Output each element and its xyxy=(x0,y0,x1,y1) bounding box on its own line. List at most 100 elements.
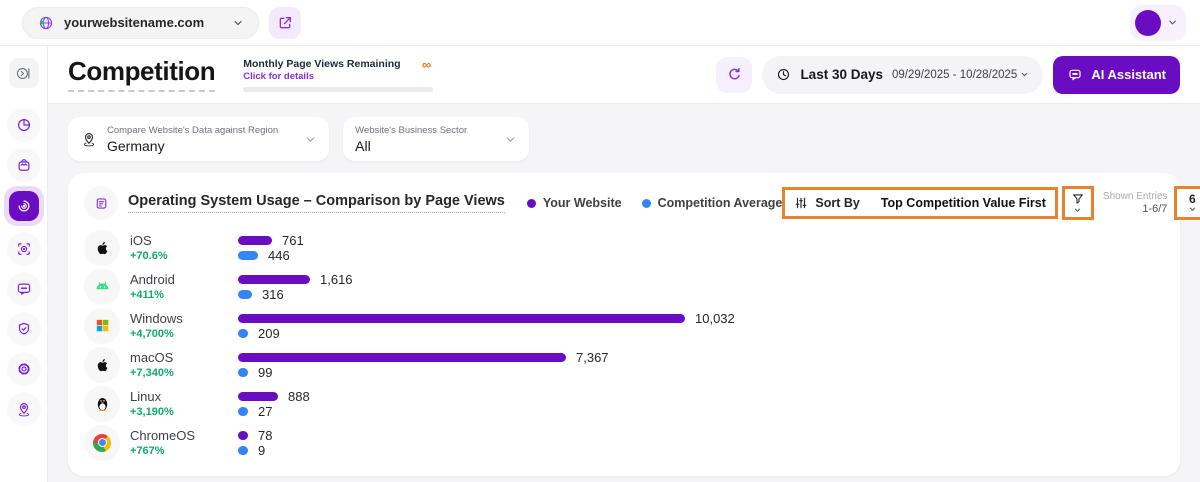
settings-gear-icon xyxy=(15,360,33,378)
refresh-button[interactable] xyxy=(716,57,752,93)
os-usage-card: Operating System Usage – Comparison by P… xyxy=(68,173,1180,476)
competition-average-bar xyxy=(238,368,248,377)
ai-assistant-label: AI Assistant xyxy=(1091,67,1166,82)
os-name: Windows xyxy=(130,311,238,326)
os-delta-badge: +3,190% xyxy=(130,406,238,418)
chevron-down-icon xyxy=(1073,207,1082,214)
open-website-button[interactable] xyxy=(269,7,301,39)
main-content: Competition Monthly Page Views Remaining… xyxy=(48,46,1200,482)
os-name: macOS xyxy=(130,350,238,365)
globe-icon xyxy=(37,14,55,32)
sidebar-collapse-button[interactable] xyxy=(9,58,39,88)
chevron-down-icon xyxy=(1020,70,1029,79)
sort-by-control[interactable]: Sort By Top Competition Value First xyxy=(782,187,1058,219)
os-row: Android +411% 1,616 316 xyxy=(84,267,1164,306)
collapse-icon xyxy=(15,65,32,82)
shown-entries-value: 1-6/7 xyxy=(1103,203,1167,215)
filters-row: Compare Website's Data against Region Ge… xyxy=(48,104,1200,173)
quota-progress-bar xyxy=(243,87,433,92)
os-icon xyxy=(84,386,120,422)
os-row: Windows +4,700% 10,032 209 xyxy=(84,306,1164,345)
your-website-value: 761 xyxy=(282,233,304,248)
os-name: ChromeOS xyxy=(130,428,238,443)
sidebar-item-competition[interactable] xyxy=(4,186,44,226)
os-delta-badge: +767% xyxy=(130,445,238,457)
os-name: Linux xyxy=(130,389,238,404)
your-website-bar xyxy=(238,236,272,245)
legend-label: Your Website xyxy=(543,196,622,210)
os-row: macOS +7,340% 7,367 99 xyxy=(84,345,1164,384)
legend-dot xyxy=(642,199,651,208)
competition-average-value: 209 xyxy=(258,326,280,341)
your-website-value: 888 xyxy=(288,389,310,404)
website-selector[interactable]: yourwebsitename.com xyxy=(22,7,259,39)
sector-filter-label: Website's Business Sector xyxy=(355,125,467,136)
your-website-bar xyxy=(238,431,248,440)
chat-icon xyxy=(1067,67,1083,83)
legend-item-your-website: Your Website xyxy=(527,196,622,210)
website-name: yourwebsitename.com xyxy=(64,15,204,30)
sector-filter-value: All xyxy=(355,138,467,154)
your-website-value: 10,032 xyxy=(695,311,735,326)
region-filter-value: Germany xyxy=(107,138,278,154)
os-row: ChromeOS +767% 78 9 xyxy=(84,423,1164,462)
quota-details-link[interactable]: Click for details xyxy=(243,71,314,82)
apple-icon xyxy=(93,356,111,374)
competition-average-value: 27 xyxy=(258,404,272,419)
your-website-value: 78 xyxy=(258,428,272,443)
chevron-down-icon xyxy=(232,17,244,29)
refresh-icon xyxy=(726,66,743,83)
user-menu[interactable] xyxy=(1130,5,1186,41)
sector-filter[interactable]: Website's Business Sector All xyxy=(343,117,529,161)
legend-label: Competition Average xyxy=(658,196,783,210)
topbar: yourwebsitename.com xyxy=(0,0,1200,46)
legend-item-competition-average: Competition Average xyxy=(642,196,783,210)
filter-control[interactable] xyxy=(1062,186,1094,220)
android-icon xyxy=(93,277,112,296)
sort-by-label: Sort By xyxy=(815,196,859,210)
page-size-value: 6 xyxy=(1189,193,1196,206)
competition-average-bar xyxy=(238,446,248,455)
funnel-icon xyxy=(1071,192,1085,206)
chat-bubble-icon xyxy=(15,280,33,298)
chrome-icon xyxy=(93,434,111,452)
scan-target-icon xyxy=(15,240,33,258)
sidebar-item-settings[interactable] xyxy=(7,352,41,386)
region-filter-label: Compare Website's Data against Region xyxy=(107,125,278,136)
page-size-select[interactable]: 6 xyxy=(1174,186,1200,220)
card-header: Operating System Usage – Comparison by P… xyxy=(84,186,1164,220)
your-website-value: 7,367 xyxy=(576,350,609,365)
chart-title: Operating System Usage – Comparison by P… xyxy=(128,193,505,213)
chart-legend: Your Website Competition Average xyxy=(527,196,783,210)
page-header: Competition Monthly Page Views Remaining… xyxy=(48,46,1200,104)
your-website-bar xyxy=(238,392,278,401)
sidebar-item-capture[interactable] xyxy=(7,232,41,266)
sidebar-item-dashboard[interactable] xyxy=(7,108,41,142)
date-range-picker[interactable]: Last 30 Days 09/29/2025 - 10/28/2025 xyxy=(762,56,1043,94)
shield-check-icon xyxy=(15,320,33,338)
sidebar-item-locations[interactable] xyxy=(7,392,41,426)
your-website-bar xyxy=(238,314,685,323)
ai-assistant-button[interactable]: AI Assistant xyxy=(1053,56,1180,94)
linux-icon xyxy=(93,394,112,413)
os-delta-badge: +70.6% xyxy=(130,250,238,262)
competition-average-bar xyxy=(238,329,248,338)
sidebar-item-messages[interactable] xyxy=(7,272,41,306)
region-filter[interactable]: Compare Website's Data against Region Ge… xyxy=(68,117,329,161)
competition-average-value: 99 xyxy=(258,365,272,380)
os-row: iOS +70.6% 761 446 xyxy=(84,228,1164,267)
sidebar-item-security[interactable] xyxy=(7,312,41,346)
competition-average-bar xyxy=(238,407,248,416)
report-icon xyxy=(84,186,118,220)
sliders-icon xyxy=(794,196,808,210)
os-icon xyxy=(84,425,120,461)
chevron-down-icon xyxy=(478,133,517,146)
sidebar-item-ecommerce[interactable] xyxy=(7,148,41,182)
os-delta-badge: +4,700% xyxy=(130,328,238,340)
competition-average-value: 9 xyxy=(258,443,265,458)
shopping-bag-icon xyxy=(15,156,33,174)
chart-controls: Sort By Top Competition Value First Show… xyxy=(782,186,1200,220)
os-icon xyxy=(84,269,120,305)
period-label: Last 30 Days xyxy=(800,67,883,82)
os-icon xyxy=(84,230,120,266)
